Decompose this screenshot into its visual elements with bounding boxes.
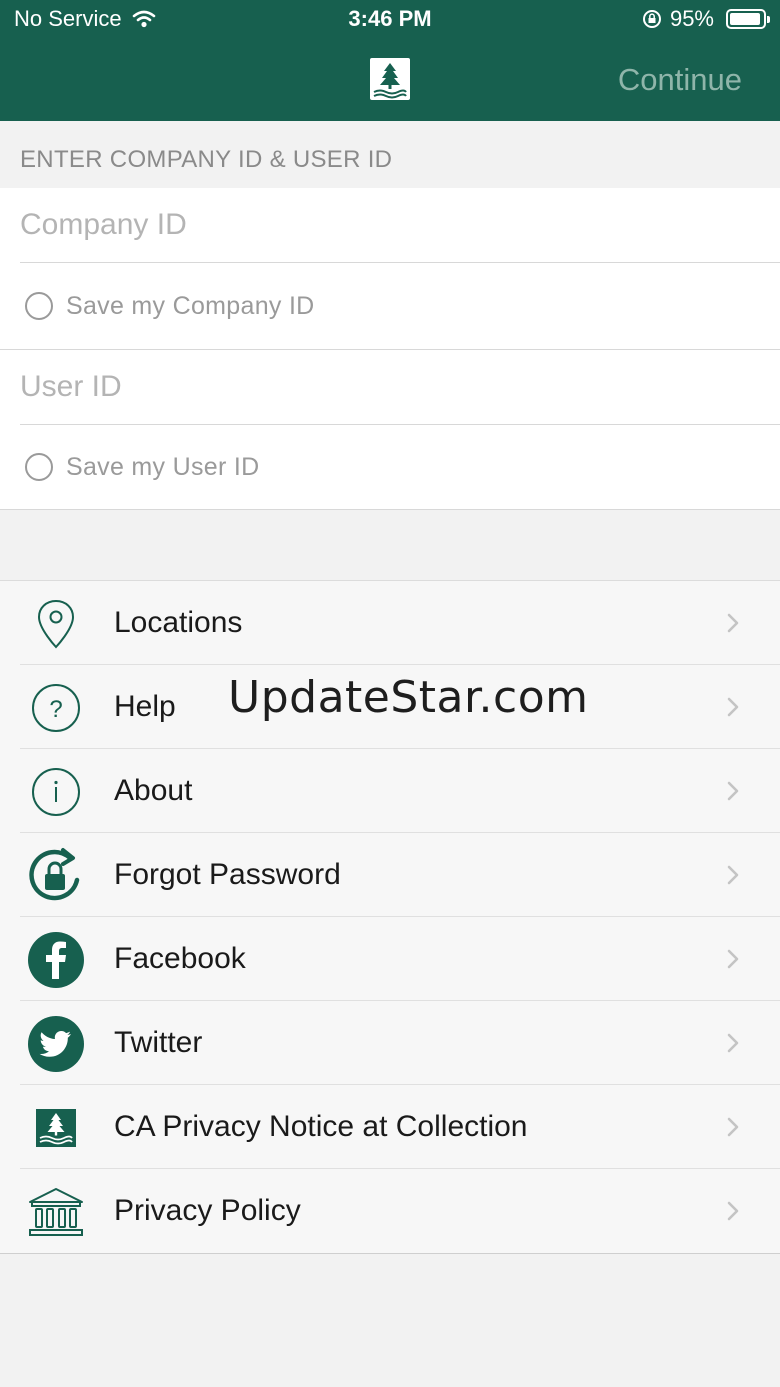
chevron-right-icon: [727, 697, 739, 717]
menu-item-twitter[interactable]: Twitter: [0, 1001, 780, 1085]
chevron-right-icon: [727, 865, 739, 885]
menu-item-forgot-password[interactable]: Forgot Password: [0, 833, 780, 917]
info-icon: [32, 768, 80, 816]
battery-icon: [726, 9, 770, 29]
login-form: Save my Company ID Save my User ID: [0, 188, 780, 510]
save-company-id-label: Save my Company ID: [66, 291, 315, 320]
svg-text:?: ?: [49, 696, 62, 723]
help-icon: ?: [32, 684, 80, 732]
login-section-header: ENTER COMPANY ID & USER ID: [0, 121, 780, 188]
save-user-id-radio[interactable]: [25, 453, 53, 481]
orientation-lock-icon: [642, 10, 661, 28]
menu-item-privacy-policy[interactable]: Privacy Policy: [0, 1169, 780, 1253]
status-bar: No Service 3:46 PM 95%: [0, 0, 780, 40]
menu-item-label: Help: [114, 690, 176, 723]
chevron-right-icon: [727, 781, 739, 801]
user-id-field: [20, 350, 780, 425]
menu-item-label: Facebook: [114, 942, 246, 975]
menu-item-label: CA Privacy Notice at Collection: [114, 1110, 528, 1143]
menu-item-label: Forgot Password: [114, 858, 341, 891]
company-id-input[interactable]: [20, 188, 780, 262]
chevron-right-icon: [727, 1117, 739, 1137]
chevron-right-icon: [727, 1201, 739, 1221]
chevron-right-icon: [727, 1033, 739, 1053]
menu-item-label: About: [114, 774, 193, 807]
continue-button[interactable]: Continue: [618, 62, 742, 98]
bank-icon: [29, 1188, 83, 1236]
menu-item-label: Privacy Policy: [114, 1194, 301, 1227]
chevron-right-icon: [727, 613, 739, 633]
menu-item-about[interactable]: About: [0, 749, 780, 833]
menu-item-ca-privacy-notice[interactable]: CA Privacy Notice at Collection: [0, 1085, 780, 1169]
location-pin-icon: [37, 599, 75, 649]
company-id-field: [20, 188, 780, 263]
menu-item-label: Locations: [114, 606, 243, 639]
menu-item-locations[interactable]: Locations: [0, 581, 780, 665]
status-right: 95%: [642, 6, 770, 32]
save-company-id-option[interactable]: Save my Company ID: [0, 263, 780, 349]
twitter-icon: [28, 1016, 84, 1072]
save-user-id-option[interactable]: Save my User ID: [0, 424, 780, 510]
menu-item-facebook[interactable]: Facebook: [0, 917, 780, 1001]
tree-logo-icon: [36, 1109, 76, 1147]
facebook-icon: [28, 932, 84, 988]
section-header-text: ENTER COMPANY ID & USER ID: [20, 146, 393, 173]
nav-bar: Continue: [0, 40, 780, 121]
save-user-id-label: Save my User ID: [66, 452, 260, 481]
menu-item-label: Twitter: [114, 1026, 203, 1059]
user-id-input[interactable]: [20, 350, 780, 424]
tree-logo-icon: [370, 58, 410, 100]
battery-percent: 95%: [669, 6, 714, 31]
lock-reset-icon: [29, 848, 80, 901]
chevron-right-icon: [727, 949, 739, 969]
watermark-text: UpdateStar.com: [228, 672, 589, 723]
save-company-id-radio[interactable]: [25, 292, 53, 320]
